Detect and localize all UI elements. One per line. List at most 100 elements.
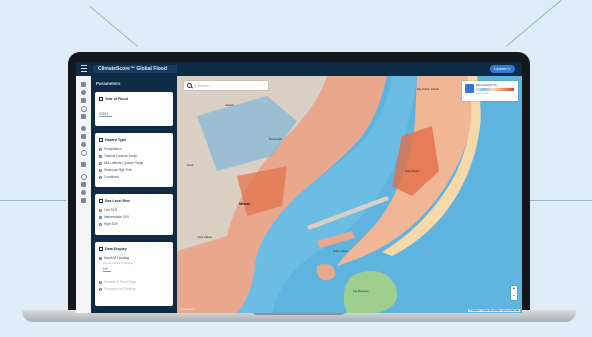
radio-icon[interactable] [99,147,102,151]
hazard-option-mid-latitude-cyclone-surge[interactable]: Mid-Latitude Cyclone Surge [99,161,143,165]
map-canvas[interactable] [177,76,522,313]
clock-icon[interactable] [81,174,87,180]
flood-map[interactable]: Miami Miami Beach Hialeah Key Biscayne C… [177,76,522,313]
chart-icon[interactable] [81,98,86,103]
basemap-thumbnail-icon[interactable] [465,84,474,93]
year-of-flood-label: Year of Flood [105,97,128,101]
slr-option-low[interactable]: Low SLR [99,208,117,212]
mapbox-logo[interactable]: © mapbox [180,307,194,311]
year-of-flood-card: Year of Flood 2020 ▾ [95,92,173,126]
slr-option-intermediate[interactable]: Intermediate SLR [99,215,129,219]
map-label-bay-harbor: Bay Harbor Islands [417,88,440,91]
parameters-title: Parameters [96,81,121,86]
download-icon[interactable] [81,162,86,167]
data-display-card: Data Display Depth of Flooding Annual ch… [95,242,173,306]
sea-level-rise-label: Sea Level Rise [105,199,131,203]
help-icon[interactable] [81,190,86,195]
hazard-option-seasonal-high-tide[interactable]: Seasonal High Tide [99,168,132,172]
bg-line-left-top [89,6,138,47]
laptop: ClimateScore™ Global Flood Update ▷ Para… [22,52,576,322]
bg-line-right-mid [530,200,592,201]
hazard-option-tropical-cyclone-surge[interactable]: Tropical Cyclone Surge [99,154,137,158]
map-attribution[interactable]: © Mapbox © OpenStreetMap Improve this ma… [468,309,520,312]
settings-icon[interactable] [81,106,87,112]
map-label-key-biscayne: Key Biscayne [353,290,369,293]
data-display-heading: Data Display [99,247,127,252]
slr-option-high[interactable]: High SLR [99,222,118,226]
search-icon [187,83,192,88]
update-button[interactable]: Update ▷ [489,65,515,73]
map-label-hialeah: Hialeah [225,104,234,107]
zoom-in-button[interactable]: + [511,286,517,293]
grid-icon[interactable] [81,198,86,203]
zoom-control: + − [511,286,517,300]
app-title: ClimateScore™ Global Flood [93,65,177,73]
legend-ticks: 0 0.5 1 2 4 6+ [476,93,490,95]
radio-selected-icon[interactable] [99,154,102,158]
hazard-option-label: Mid-Latitude Cyclone Surge [104,161,144,165]
info-icon[interactable] [81,150,87,156]
return-period-select[interactable]: 1% [103,267,111,272]
bg-line-left-mid [0,200,66,201]
radio-icon[interactable] [99,208,102,212]
hazard-option-precipitation[interactable]: Precipitation [99,147,122,151]
map-label-brownsville: Brownsville [269,138,283,141]
slr-option-label: Low SLR [104,208,117,212]
radio-icon[interactable] [99,222,102,226]
map-label-coral-gables: Coral Gables [197,236,213,239]
hamburger-menu-icon[interactable] [81,65,87,72]
display-option-depth[interactable]: Depth of Flooding [99,256,129,260]
zoom-out-button[interactable]: − [511,293,517,300]
display-option-label: Number of Flood Days [104,280,136,284]
slr-option-label: High SLR [104,222,118,226]
globe-icon[interactable] [81,142,86,147]
parameters-panel: Parameters Year of Flood 2020 ▾ Hazard T… [91,76,177,313]
wave-icon [99,199,103,204]
display-option-flood-days[interactable]: Number of Flood Days [99,280,136,284]
hazard-type-label: Hazard Type [105,138,127,142]
hazard-option-label: Combined [104,175,119,179]
radio-icon[interactable] [99,168,102,172]
sea-level-rise-heading: Sea Level Rise [99,199,131,204]
filter-icon[interactable] [81,134,86,139]
legend-title: Flood Depth (ft) [476,83,497,87]
hazard-option-label: Tropical Cyclone Surge [104,154,138,158]
return-period-caption: Annual chance of flooding [103,262,133,265]
document-icon[interactable] [81,114,86,119]
data-display-label: Data Display [105,247,127,251]
search-placeholder: Q Search [194,83,210,88]
hazard-option-label: Seasonal High Tide [104,168,132,172]
sea-level-rise-card: Sea Level Rise Low SLR Intermediate SLR … [95,194,173,235]
legend-color-scale [476,88,514,91]
icon-rail [76,76,92,313]
display-option-label: Proportion of Flooding [104,287,136,291]
map-search-box[interactable]: Q Search [184,81,268,90]
map-label-doral: Doral [187,164,194,167]
slr-option-label: Intermediate SLR [104,215,129,219]
map-legend[interactable]: Flood Depth (ft) 0 0.5 1 2 4 6+ [462,81,518,101]
eye-icon[interactable] [81,126,86,131]
location-icon[interactable] [81,90,86,95]
warning-icon [99,138,103,143]
map-label-fisher-island: Fisher Island [333,250,348,253]
radio-icon[interactable] [99,280,102,284]
hazard-type-heading: Hazard Type [99,138,127,143]
radio-icon[interactable] [99,161,102,165]
app-header: ClimateScore™ Global Flood Update ▷ [76,62,522,76]
radio-icon[interactable] [99,287,102,291]
map-label-miami: Miami [239,201,251,206]
calendar-icon [99,97,103,102]
hazard-option-combined[interactable]: Combined [99,175,119,179]
bg-line-right-top [505,0,562,47]
display-option-proportion[interactable]: Proportion of Flooding [99,287,135,291]
key-biscayne-island [343,271,398,313]
radio-selected-icon[interactable] [99,256,102,260]
radio-selected-icon[interactable] [99,215,102,219]
table-icon[interactable] [81,182,86,187]
year-select[interactable]: 2020 ▾ [99,112,112,117]
layers-icon[interactable] [81,82,86,87]
hazard-type-card: Hazard Type Precipitation Tropical Cyclo… [95,133,173,187]
radio-icon[interactable] [99,175,102,179]
app-screen: ClimateScore™ Global Flood Update ▷ Para… [76,62,522,313]
virginia-key [316,264,336,281]
